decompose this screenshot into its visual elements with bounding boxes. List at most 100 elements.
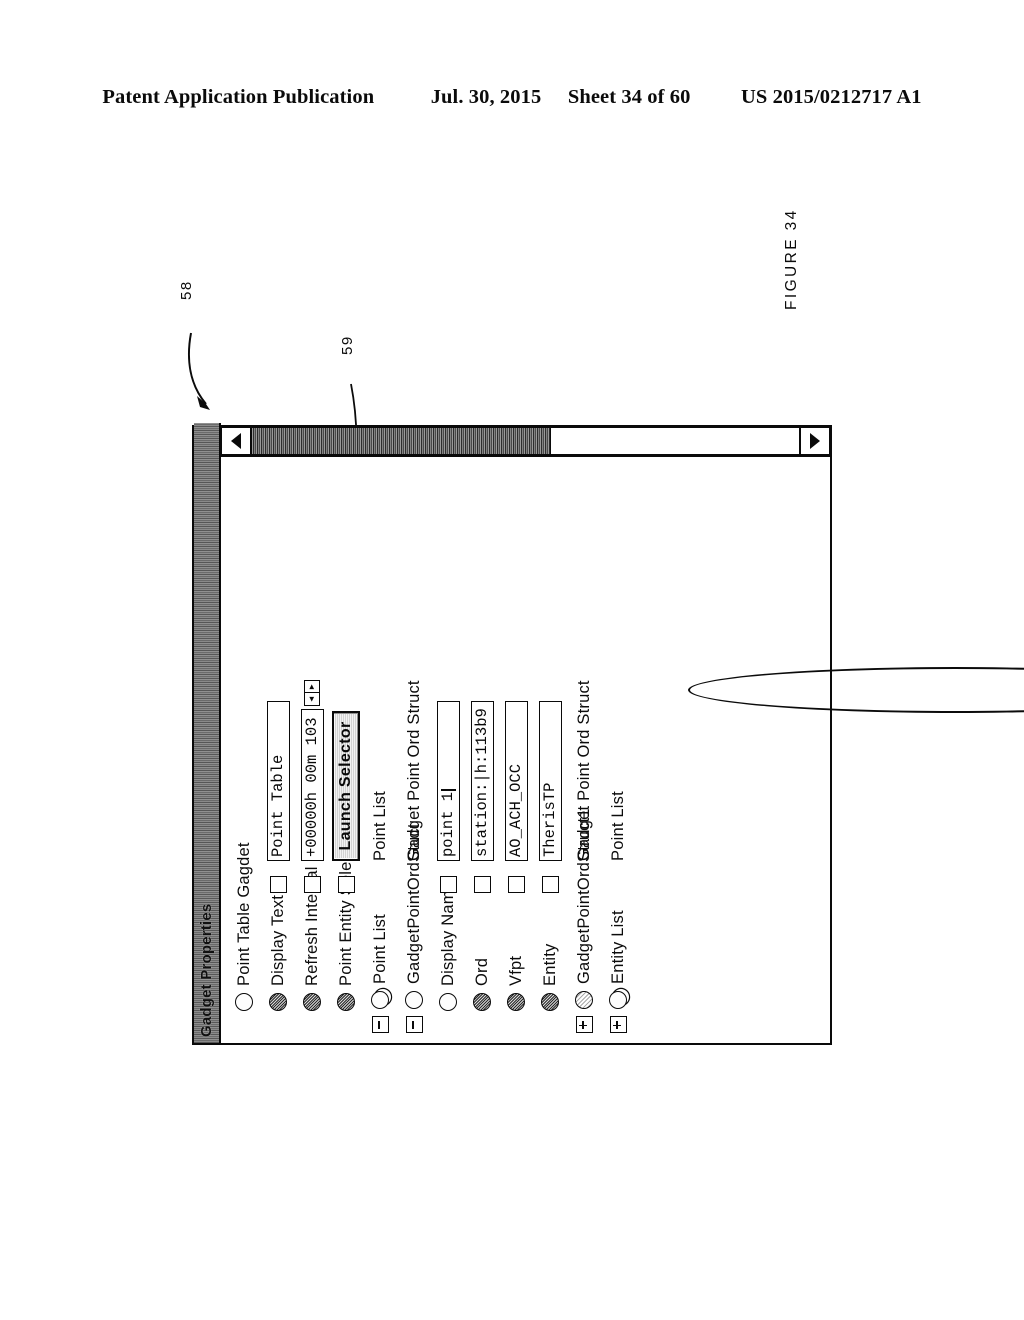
expand-plus-icon[interactable]	[609, 1016, 627, 1033]
property-checkbox-cell	[431, 876, 465, 893]
figure-canvas: 58 59 FIGURE 34 Gadget Properties Point …	[0, 0, 1024, 1320]
property-label-cell: Point List	[363, 914, 397, 1037]
property-row[interactable]: GadgetPointOrdStruct1 Gadget Point Ord St…	[567, 457, 601, 1043]
property-row[interactable]: Vfpt AO_ACH_OCC	[499, 457, 533, 1043]
property-label-cell: Point Table Gagdet	[227, 842, 261, 1037]
property-value-cell: Point List	[363, 791, 397, 861]
property-grid: Point Table Gagdet Display Text Point Tabl…	[221, 457, 830, 1043]
bullet-stack-icon[interactable]	[609, 991, 627, 1009]
property-row[interactable]: Point Table Gagdet	[227, 457, 261, 1043]
property-value-cell: +00000h 00m 103 ◄ ►	[295, 680, 329, 861]
reference-numeral-58: 58	[178, 280, 195, 300]
property-label-cell: Display Name	[431, 881, 465, 1037]
property-row[interactable]: GadgetPointOrdStuct Gadget Point Ord Stru…	[397, 457, 431, 1043]
spinner-decrement-icon[interactable]: ◄	[305, 692, 319, 705]
collapse-minus-icon[interactable]	[371, 1016, 389, 1033]
expander-spacer	[509, 1018, 524, 1033]
text-input-value: Point Table	[269, 754, 287, 857]
scrollbar-track[interactable]	[551, 427, 800, 455]
property-label: Point Table Gagdet	[234, 842, 253, 986]
property-value-cell: Launch Selector	[329, 711, 363, 861]
bullet-stack-icon[interactable]	[371, 991, 389, 1009]
duration-input-value: +00000h 00m 103	[303, 717, 321, 857]
collapse-minus-icon[interactable]	[405, 1016, 423, 1033]
property-checkbox-cell	[465, 876, 499, 893]
figure-label: FIGURE 34	[783, 208, 800, 310]
text-input-value: AO_ACH_OCC	[507, 763, 525, 857]
property-checkbox-cell	[261, 876, 295, 893]
arrow-up-icon	[231, 433, 241, 449]
property-checkbox[interactable]	[507, 876, 525, 893]
bullet-hollow-icon[interactable]	[439, 993, 457, 1011]
property-label: Vfpt	[506, 955, 525, 986]
property-row[interactable]: Ord station:|h:113b9	[465, 457, 499, 1043]
property-value-cell: Gadget Point Ord Struct	[397, 680, 431, 861]
property-checkbox[interactable]	[439, 876, 457, 893]
property-value-cell: Point Table	[261, 701, 295, 861]
expander-spacer	[475, 1018, 490, 1033]
text-input[interactable]: station:|h:113b9	[470, 701, 494, 861]
property-label-cell: Ord	[465, 958, 499, 1037]
property-checkbox-cell	[499, 876, 533, 893]
property-checkbox[interactable]	[269, 876, 287, 893]
property-row[interactable]: Display Text Point Table	[261, 457, 295, 1043]
property-checkbox-cell	[295, 876, 329, 893]
text-input[interactable]: AO_ACH_OCC	[504, 701, 528, 861]
bullet-filled-icon[interactable]	[507, 993, 525, 1011]
property-checkbox[interactable]	[337, 876, 355, 893]
property-checkbox[interactable]	[541, 876, 559, 893]
text-input-value: station:|h:113b9	[473, 708, 491, 857]
reference-numeral-59: 59	[339, 335, 356, 355]
bullet-hollow-icon[interactable]	[405, 991, 423, 1009]
gadget-properties-dialog: Gadget Properties Point Table Gagdet Disp…	[192, 423, 832, 1045]
text-caret	[440, 789, 456, 791]
bullet-filled-icon[interactable]	[541, 993, 559, 1011]
spinner-control[interactable]: ◄ ►	[304, 680, 320, 706]
text-input-value: TherisTP	[541, 782, 559, 857]
bullet-filled-icon[interactable]	[303, 993, 321, 1011]
expander-spacer	[543, 1018, 558, 1033]
bullet-filled-icon[interactable]	[473, 993, 491, 1011]
property-value-cell: TherisTP	[533, 701, 567, 861]
property-value-cell: Gadget Point Ord Struct	[567, 680, 601, 861]
property-row[interactable]: Point List Point List	[363, 457, 397, 1043]
property-row[interactable]: Entity TherisTP	[533, 457, 567, 1043]
property-value-cell: point 1	[431, 701, 465, 861]
scroll-up-button[interactable]	[221, 427, 251, 455]
property-row[interactable]: Refresh Interval +00000h 00m 103 ◄ ►	[295, 457, 329, 1043]
duration-input[interactable]: +00000h 00m 103	[300, 709, 324, 861]
property-label: Display Name	[438, 880, 457, 986]
property-label: Entity List	[608, 910, 627, 984]
property-label: Point List	[370, 914, 389, 984]
property-row[interactable]: Entity List Point List	[601, 457, 635, 1043]
property-value-cell: Point List	[601, 791, 635, 861]
property-checkbox[interactable]	[303, 876, 321, 893]
expander-spacer	[305, 1018, 320, 1033]
dialog-titlebar[interactable]: Gadget Properties	[194, 423, 221, 1043]
property-label: Display Text	[268, 894, 287, 986]
property-label: Entity	[540, 943, 559, 986]
property-checkbox-cell	[533, 876, 567, 893]
launch-selector-button[interactable]: Launch Selector	[332, 711, 360, 861]
rotated-dialog-wrapper: Gadget Properties Point Table Gagdet Disp…	[192, 423, 1024, 1045]
property-checkbox[interactable]	[473, 876, 491, 893]
text-input[interactable]: point 1	[436, 701, 460, 861]
spinner-increment-icon[interactable]: ►	[305, 681, 319, 693]
bullet-filled-icon[interactable]	[269, 993, 287, 1011]
property-label-cell: Entity List	[601, 910, 635, 1037]
property-label-cell: Entity	[533, 944, 567, 1037]
scrollbar-thumb[interactable]	[251, 427, 551, 455]
bullet-filled-icon[interactable]	[337, 993, 355, 1011]
text-input[interactable]: TherisTP	[538, 701, 562, 861]
text-input[interactable]: Point Table	[266, 701, 290, 861]
scroll-down-button[interactable]	[800, 427, 830, 455]
expand-plus-icon[interactable]	[575, 1016, 593, 1033]
property-row[interactable]: Point Entity Selector Launch Selector	[329, 457, 363, 1043]
vertical-scrollbar[interactable]	[221, 427, 830, 457]
property-row[interactable]: Display Name point 1	[431, 457, 465, 1043]
bullet-hollow-icon[interactable]	[235, 993, 253, 1011]
expander-spacer	[441, 1018, 456, 1033]
property-value-label: Gadget Point Ord Struct	[404, 680, 423, 861]
text-input-value: point 1	[439, 791, 457, 857]
bullet-hatch-icon[interactable]	[575, 991, 593, 1009]
